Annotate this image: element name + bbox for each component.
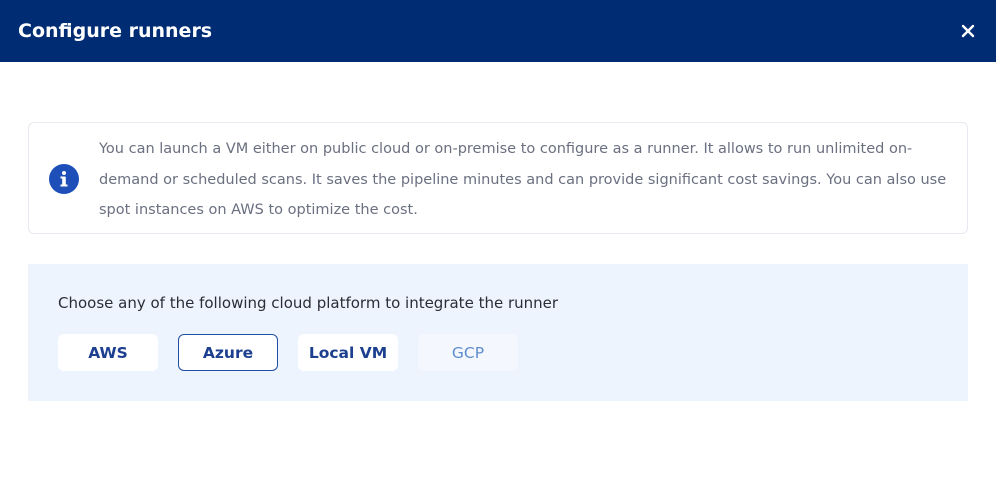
info-icon xyxy=(49,164,79,194)
modal-header: Configure runners xyxy=(0,0,996,62)
configure-runners-modal: Configure runners You can launch a VM ei… xyxy=(0,0,996,496)
platform-panel: Choose any of the following cloud platfo… xyxy=(28,264,968,401)
info-text: You can launch a VM either on public clo… xyxy=(99,141,947,218)
platform-button-aws[interactable]: AWS xyxy=(58,334,158,371)
platform-label: Choose any of the following cloud platfo… xyxy=(58,294,559,312)
platform-buttons: AWS Azure Local VM GCP xyxy=(58,334,518,371)
platform-button-local-vm[interactable]: Local VM xyxy=(298,334,398,371)
close-icon xyxy=(961,24,975,38)
info-box: You can launch a VM either on public clo… xyxy=(28,122,968,234)
modal-title: Configure runners xyxy=(18,20,213,42)
platform-button-azure[interactable]: Azure xyxy=(178,334,278,371)
platform-button-gcp[interactable]: GCP xyxy=(418,334,518,371)
close-button[interactable] xyxy=(958,21,978,41)
